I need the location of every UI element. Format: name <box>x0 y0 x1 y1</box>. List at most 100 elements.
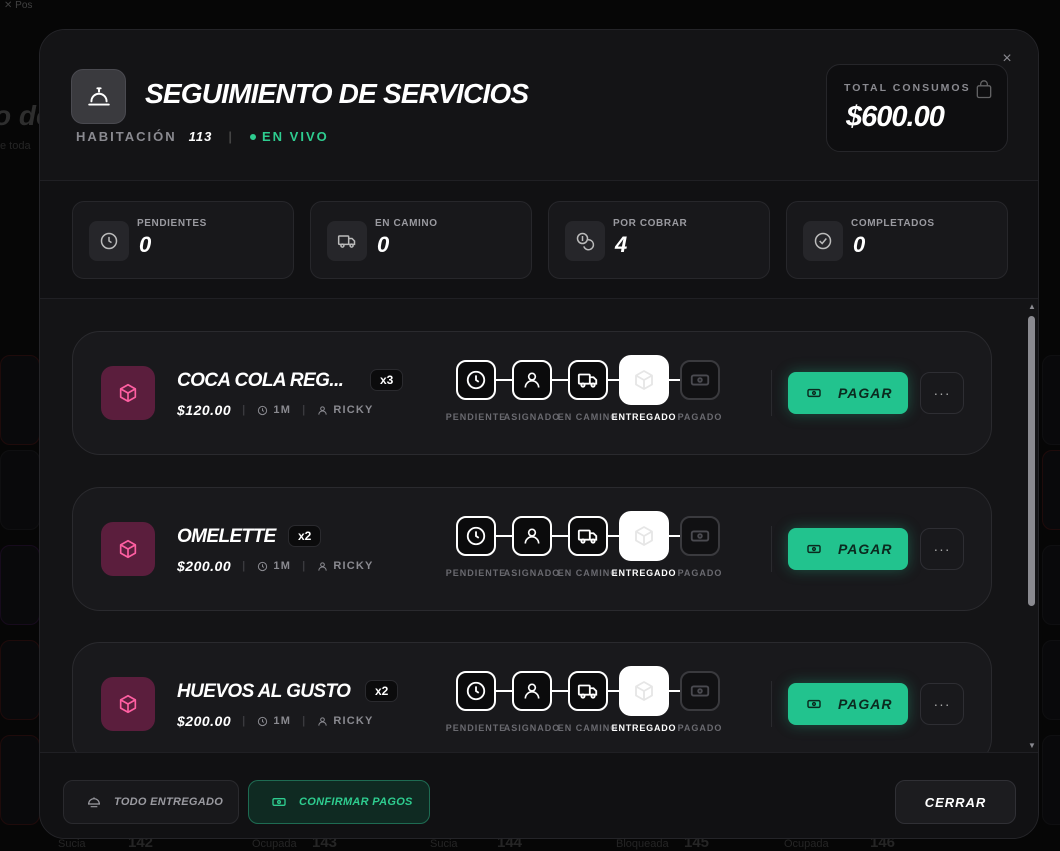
more-options-icon[interactable]: ··· <box>920 372 964 414</box>
order-meta: $200.00 | 1M | RICKY <box>177 713 374 729</box>
live-indicator: EN VIVO <box>250 129 329 144</box>
step-label: PAGADO <box>677 568 723 578</box>
dish-icon <box>88 797 100 808</box>
clock-icon <box>258 405 268 415</box>
close-button[interactable]: CERRAR <box>895 780 1016 824</box>
total-value: $600.00 <box>846 101 945 133</box>
orders-list[interactable]: COCA COLA REG... x3 $120.00 | 1M | RICKY… <box>40 300 1038 752</box>
step-label: EN CAMINO <box>557 723 619 733</box>
step-label: PENDIENTE <box>445 412 507 422</box>
modal-footer: TODO ENTREGADO CONFIRMAR PAGOS CERRAR <box>40 752 1038 838</box>
total-label: TOTAL CONSUMOS <box>844 82 971 94</box>
stat-value: 0 <box>853 232 866 257</box>
order-staff: RICKY <box>333 715 374 727</box>
status-tracker: PENDIENTE ASIGNADO EN CAMINO ENTREGADO P… <box>446 354 736 424</box>
total-consumption-card: TOTAL CONSUMOS $600.00 <box>826 64 1008 152</box>
cash-icon <box>807 544 821 554</box>
live-label: EN VIVO <box>262 129 329 144</box>
stat-card-pending: PENDIENTES 0 <box>72 201 294 279</box>
step-label: PAGADO <box>677 412 723 422</box>
step-delivered-package-icon <box>619 511 669 561</box>
step-label: PENDIENTE <box>445 723 507 733</box>
pay-button[interactable]: PAGAR <box>788 683 908 725</box>
cash-icon <box>807 699 821 709</box>
step-assigned-user-icon <box>512 671 552 711</box>
step-label: PENDIENTE <box>445 568 507 578</box>
more-options-icon[interactable]: ··· <box>920 683 964 725</box>
scroll-up-arrow-icon[interactable]: ▲ <box>1027 302 1037 311</box>
product-name: COCA COLA REG... <box>177 370 344 391</box>
clock-icon <box>89 221 129 261</box>
order-price: $200.00 <box>177 713 232 729</box>
scrollbar[interactable]: ▲ ▼ <box>1025 300 1038 752</box>
order-time: 1M <box>273 404 292 416</box>
all-delivered-label: TODO ENTREGADO <box>114 796 224 808</box>
step-label-active: ENTREGADO <box>611 412 677 422</box>
live-dot-icon <box>250 133 257 140</box>
step-label: ASIGNADO <box>503 723 561 733</box>
step-label: ASIGNADO <box>503 412 561 422</box>
pay-button-label: PAGAR <box>838 541 893 557</box>
order-card: COCA COLA REG... x3 $120.00 | 1M | RICKY… <box>72 331 992 455</box>
coins-icon <box>565 221 605 261</box>
close-button-label: CERRAR <box>924 794 987 810</box>
order-price: $200.00 <box>177 558 232 574</box>
scroll-thumb[interactable] <box>1028 316 1035 606</box>
order-meta: $120.00 | 1M | RICKY <box>177 402 374 418</box>
service-bell-icon <box>71 69 126 124</box>
order-card: OMELETTE x2 $200.00 | 1M | RICKY PENDIEN… <box>72 487 992 611</box>
step-paid-cash-icon <box>680 360 720 400</box>
pay-button-label: PAGAR <box>838 385 893 401</box>
order-meta: $200.00 | 1M | RICKY <box>177 558 374 574</box>
user-icon <box>318 405 328 415</box>
user-icon <box>318 716 328 726</box>
pay-button[interactable]: PAGAR <box>788 372 908 414</box>
divider <box>771 526 772 572</box>
step-label: ASIGNADO <box>503 568 561 578</box>
stat-value: 0 <box>377 232 390 257</box>
more-options-icon[interactable]: ··· <box>920 528 964 570</box>
user-icon <box>318 561 328 571</box>
scroll-down-arrow-icon[interactable]: ▼ <box>1027 741 1037 750</box>
service-tracking-modal: SEGUIMIENTO DE SERVICIOS HABITACIÓN 113 … <box>39 29 1039 839</box>
status-tracker: PENDIENTE ASIGNADO EN CAMINO ENTREGADO P… <box>446 665 736 735</box>
step-label: EN CAMINO <box>557 412 619 422</box>
confirm-payments-button[interactable]: CONFIRMAR PAGOS <box>248 780 430 824</box>
quantity-badge: x2 <box>288 525 322 547</box>
package-icon <box>101 522 155 576</box>
all-delivered-button[interactable]: TODO ENTREGADO <box>63 780 239 824</box>
step-paid-cash-icon <box>680 516 720 556</box>
step-pending-clock-icon <box>456 360 496 400</box>
order-staff: RICKY <box>333 404 374 416</box>
truck-icon <box>327 221 367 261</box>
product-name: OMELETTE <box>177 526 276 547</box>
step-on-the-way-truck-icon <box>568 360 608 400</box>
separator: | <box>228 129 235 144</box>
room-label: HABITACIÓN <box>76 129 177 144</box>
stat-label: COMPLETADOS <box>851 218 935 229</box>
quantity-badge: x2 <box>365 680 399 702</box>
modal-header: SEGUIMIENTO DE SERVICIOS HABITACIÓN 113 … <box>40 30 1038 181</box>
stat-card-completed: COMPLETADOS 0 <box>786 201 1008 279</box>
step-label: EN CAMINO <box>557 568 619 578</box>
order-time: 1M <box>273 715 292 727</box>
quantity-badge: x3 <box>370 369 404 391</box>
step-label: PAGADO <box>677 723 723 733</box>
step-label-active: ENTREGADO <box>611 568 677 578</box>
divider <box>771 681 772 727</box>
confirm-payments-label: CONFIRMAR PAGOS <box>299 796 413 808</box>
step-delivered-package-icon <box>619 666 669 716</box>
pay-button[interactable]: PAGAR <box>788 528 908 570</box>
room-info: HABITACIÓN 113 | EN VIVO <box>76 129 329 144</box>
step-assigned-user-icon <box>512 516 552 556</box>
shopping-bag-icon <box>976 80 992 99</box>
package-icon <box>101 366 155 420</box>
step-pending-clock-icon <box>456 516 496 556</box>
pay-button-label: PAGAR <box>838 696 893 712</box>
stat-label: POR COBRAR <box>613 218 688 229</box>
close-icon[interactable]: × <box>998 50 1016 68</box>
order-staff: RICKY <box>333 560 374 572</box>
stat-label: PENDIENTES <box>137 218 207 229</box>
cash-icon <box>807 388 821 398</box>
stats-row: PENDIENTES 0 EN CAMINO 0 POR COBRAR 4 CO… <box>40 181 1038 299</box>
